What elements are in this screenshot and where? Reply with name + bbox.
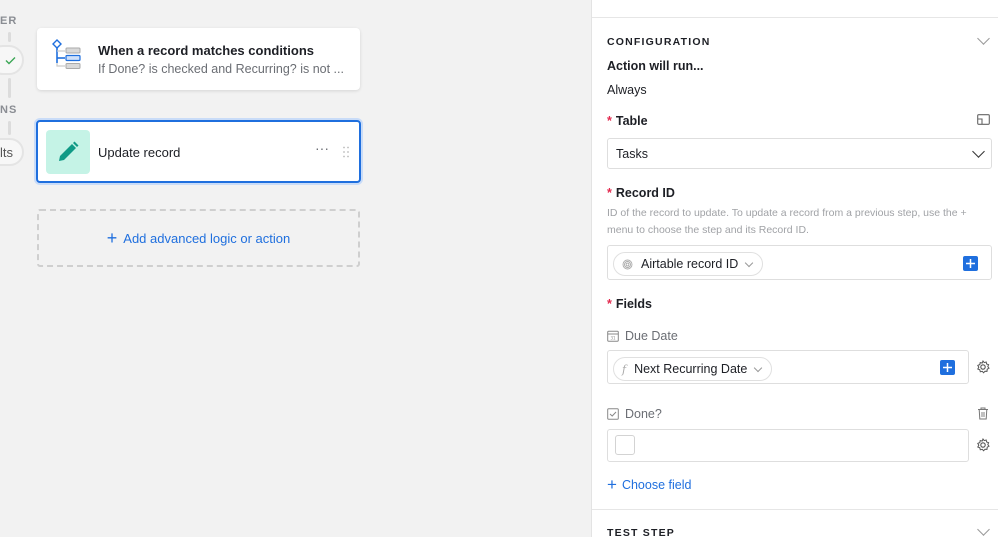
action-icon-tile — [46, 130, 90, 174]
pencil-icon — [59, 141, 79, 161]
chevron-down-icon — [745, 258, 754, 267]
done-field-label: Done? — [607, 407, 662, 421]
automation-canvas: ER NS lts When a record matches conditio… — [0, 0, 591, 537]
plus-icon — [943, 363, 952, 372]
action-title: Update record — [98, 145, 181, 160]
token-label: Airtable record ID — [641, 257, 739, 271]
due-date-name: Due Date — [625, 329, 678, 343]
table-select-value: Tasks — [616, 146, 648, 161]
run-condition-label: Action will run... — [607, 59, 704, 73]
add-advanced-logic-button[interactable]: + Add advanced logic or action — [37, 209, 360, 267]
action-card-update-record[interactable]: Update record ··· — [36, 120, 361, 183]
chevron-down-icon — [754, 363, 763, 372]
add-step-label: Add advanced logic or action — [123, 230, 291, 246]
required-marker: * — [607, 297, 612, 311]
fingerprint-icon — [622, 259, 633, 269]
table-label-text: Table — [615, 114, 648, 128]
drag-handle-icon[interactable] — [342, 146, 350, 158]
formula-icon: f — [622, 362, 627, 376]
rail-trigger-label: ER — [0, 15, 18, 27]
run-condition-value: Always — [607, 83, 647, 97]
insert-dynamic-value-button[interactable] — [963, 256, 978, 271]
done-checkbox[interactable] — [615, 435, 635, 455]
trigger-status-indicator[interactable] — [0, 45, 24, 75]
test-step-heading[interactable]: TEST STEP — [607, 527, 675, 537]
trash-icon[interactable] — [977, 407, 989, 420]
fields-label-text: Fields — [615, 297, 652, 311]
gear-icon[interactable] — [976, 360, 990, 374]
required-marker: * — [607, 186, 612, 200]
required-marker: * — [607, 114, 612, 128]
trigger-card[interactable]: When a record matches conditions If Done… — [37, 28, 360, 90]
record-id-label-text: Record ID — [615, 186, 675, 200]
due-date-input[interactable]: f Next Recurring Date — [607, 350, 969, 384]
trigger-subtitle: If Done? is checked and Recurring? is no… — [98, 62, 344, 76]
open-table-icon[interactable] — [977, 114, 990, 125]
token-label: Next Recurring Date — [634, 362, 748, 376]
fields-label: * Fields — [607, 297, 652, 311]
expand-test-step-chevron-icon[interactable] — [977, 523, 990, 536]
gear-icon[interactable] — [976, 438, 990, 452]
record-id-field-label: * Record ID — [607, 186, 675, 200]
plus-icon: + — [106, 227, 118, 248]
chevron-down-icon — [972, 145, 985, 158]
rail-connector — [8, 78, 11, 98]
table-field-label: * Table — [607, 114, 648, 128]
plus-icon — [966, 259, 975, 268]
choose-field-label: Choose field — [621, 478, 692, 492]
configuration-heading: CONFIGURATION — [607, 36, 711, 48]
plus-icon: + — [607, 475, 617, 494]
check-icon — [5, 56, 16, 64]
calendar-icon: 31 — [607, 330, 619, 342]
airtable-record-id-token[interactable]: Airtable record ID — [613, 252, 764, 276]
checkbox-icon — [607, 408, 619, 420]
table-select[interactable]: Tasks — [607, 138, 992, 169]
more-options-button[interactable]: ··· — [315, 141, 329, 155]
due-date-field-label: 31 Due Date — [607, 329, 678, 343]
collapse-configuration-chevron-icon[interactable] — [977, 32, 990, 45]
choose-field-button[interactable]: + Choose field — [607, 475, 692, 494]
rail-connector — [8, 32, 11, 42]
insert-dynamic-value-button[interactable] — [940, 360, 955, 375]
record-id-help-text: ID of the record to update. To update a … — [607, 207, 967, 236]
conditions-tree-icon — [52, 39, 81, 69]
rail-connector — [8, 121, 11, 135]
trigger-title: When a record matches conditions — [98, 43, 314, 58]
panel-header-strip — [592, 0, 998, 18]
done-input[interactable] — [607, 429, 969, 462]
section-divider — [592, 509, 998, 510]
next-recurring-date-token[interactable]: f Next Recurring Date — [613, 357, 773, 381]
record-id-input[interactable]: Airtable record ID — [607, 245, 992, 280]
done-name: Done? — [625, 407, 662, 421]
step-config-panel: CONFIGURATION Action will run... Always … — [591, 0, 998, 537]
rail-actions-label: NS — [0, 104, 18, 116]
svg-text:31: 31 — [610, 336, 616, 341]
test-results-label: lts — [0, 144, 13, 160]
test-results-pill[interactable]: lts — [0, 138, 24, 166]
